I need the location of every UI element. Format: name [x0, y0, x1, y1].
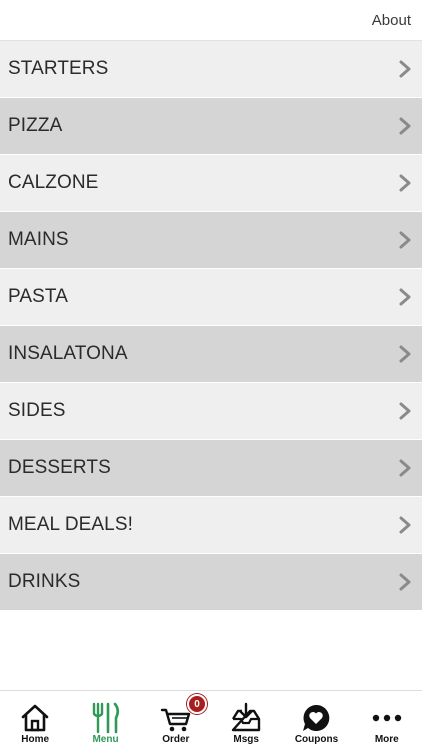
menu-item-label: DRINKS	[8, 571, 81, 592]
menu-item-sides[interactable]: SIDES	[0, 383, 422, 440]
chevron-right-icon	[399, 459, 411, 477]
tab-label: Msgs	[233, 734, 259, 745]
chevron-right-icon	[399, 231, 411, 249]
chevron-right-icon	[399, 60, 411, 78]
menu-item-calzone[interactable]: CALZONE	[0, 155, 422, 212]
tab-label: More	[374, 734, 399, 745]
chevron-right-icon	[399, 174, 411, 192]
more-dots-icon	[372, 714, 401, 722]
menu-item-label: SIDES	[8, 400, 66, 421]
menu-item-insalatona[interactable]: INSALATONA	[0, 326, 422, 383]
home-icon	[21, 704, 49, 732]
menu-item-meal-deals[interactable]: MEAL DEALS!	[0, 497, 422, 554]
tab-msgs[interactable]: Msgs	[211, 691, 281, 750]
menu-item-mains[interactable]: MAINS	[0, 212, 422, 269]
menu-item-label: INSALATONA	[8, 343, 128, 364]
about-link[interactable]: About	[372, 12, 411, 29]
menu-list: STARTERS PIZZA CALZONE MAINS PASTA INSAL…	[0, 41, 422, 611]
bottom-tab-bar: Home Menu Order Msgs Coupons More 0	[0, 690, 422, 750]
menu-item-label: STARTERS	[8, 58, 109, 79]
menu-item-drinks[interactable]: DRINKS	[0, 554, 422, 611]
tab-home[interactable]: Home	[0, 691, 70, 750]
chevron-right-icon	[399, 117, 411, 135]
chevron-right-icon	[399, 402, 411, 420]
chevron-right-icon	[399, 573, 411, 591]
tab-label: Menu	[92, 734, 119, 745]
menu-item-label: PIZZA	[8, 115, 63, 136]
menu-item-label: MEAL DEALS!	[8, 514, 133, 535]
menu-item-label: DESSERTS	[8, 457, 111, 478]
tab-coupons[interactable]: Coupons	[281, 691, 351, 750]
menu-item-pasta[interactable]: PASTA	[0, 269, 422, 326]
inbox-icon	[231, 702, 261, 732]
chevron-right-icon	[399, 288, 411, 306]
order-count-badge: 0	[187, 694, 207, 714]
fork-knife-icon	[93, 702, 120, 734]
menu-item-desserts[interactable]: DESSERTS	[0, 440, 422, 497]
tab-label: Order	[162, 734, 190, 745]
menu-item-pizza[interactable]: PIZZA	[0, 98, 422, 155]
menu-item-label: PASTA	[8, 286, 68, 307]
heart-bubble-icon	[303, 704, 330, 731]
tab-label: Home	[21, 734, 50, 745]
chevron-right-icon	[399, 345, 411, 363]
menu-item-starters[interactable]: STARTERS	[0, 41, 422, 98]
chevron-right-icon	[399, 516, 411, 534]
top-bar: About	[0, 0, 422, 41]
tab-label: Coupons	[294, 734, 339, 745]
menu-item-label: CALZONE	[8, 172, 99, 193]
tab-more[interactable]: More	[352, 691, 422, 750]
tab-menu[interactable]: Menu	[70, 691, 140, 750]
menu-item-label: MAINS	[8, 229, 69, 250]
